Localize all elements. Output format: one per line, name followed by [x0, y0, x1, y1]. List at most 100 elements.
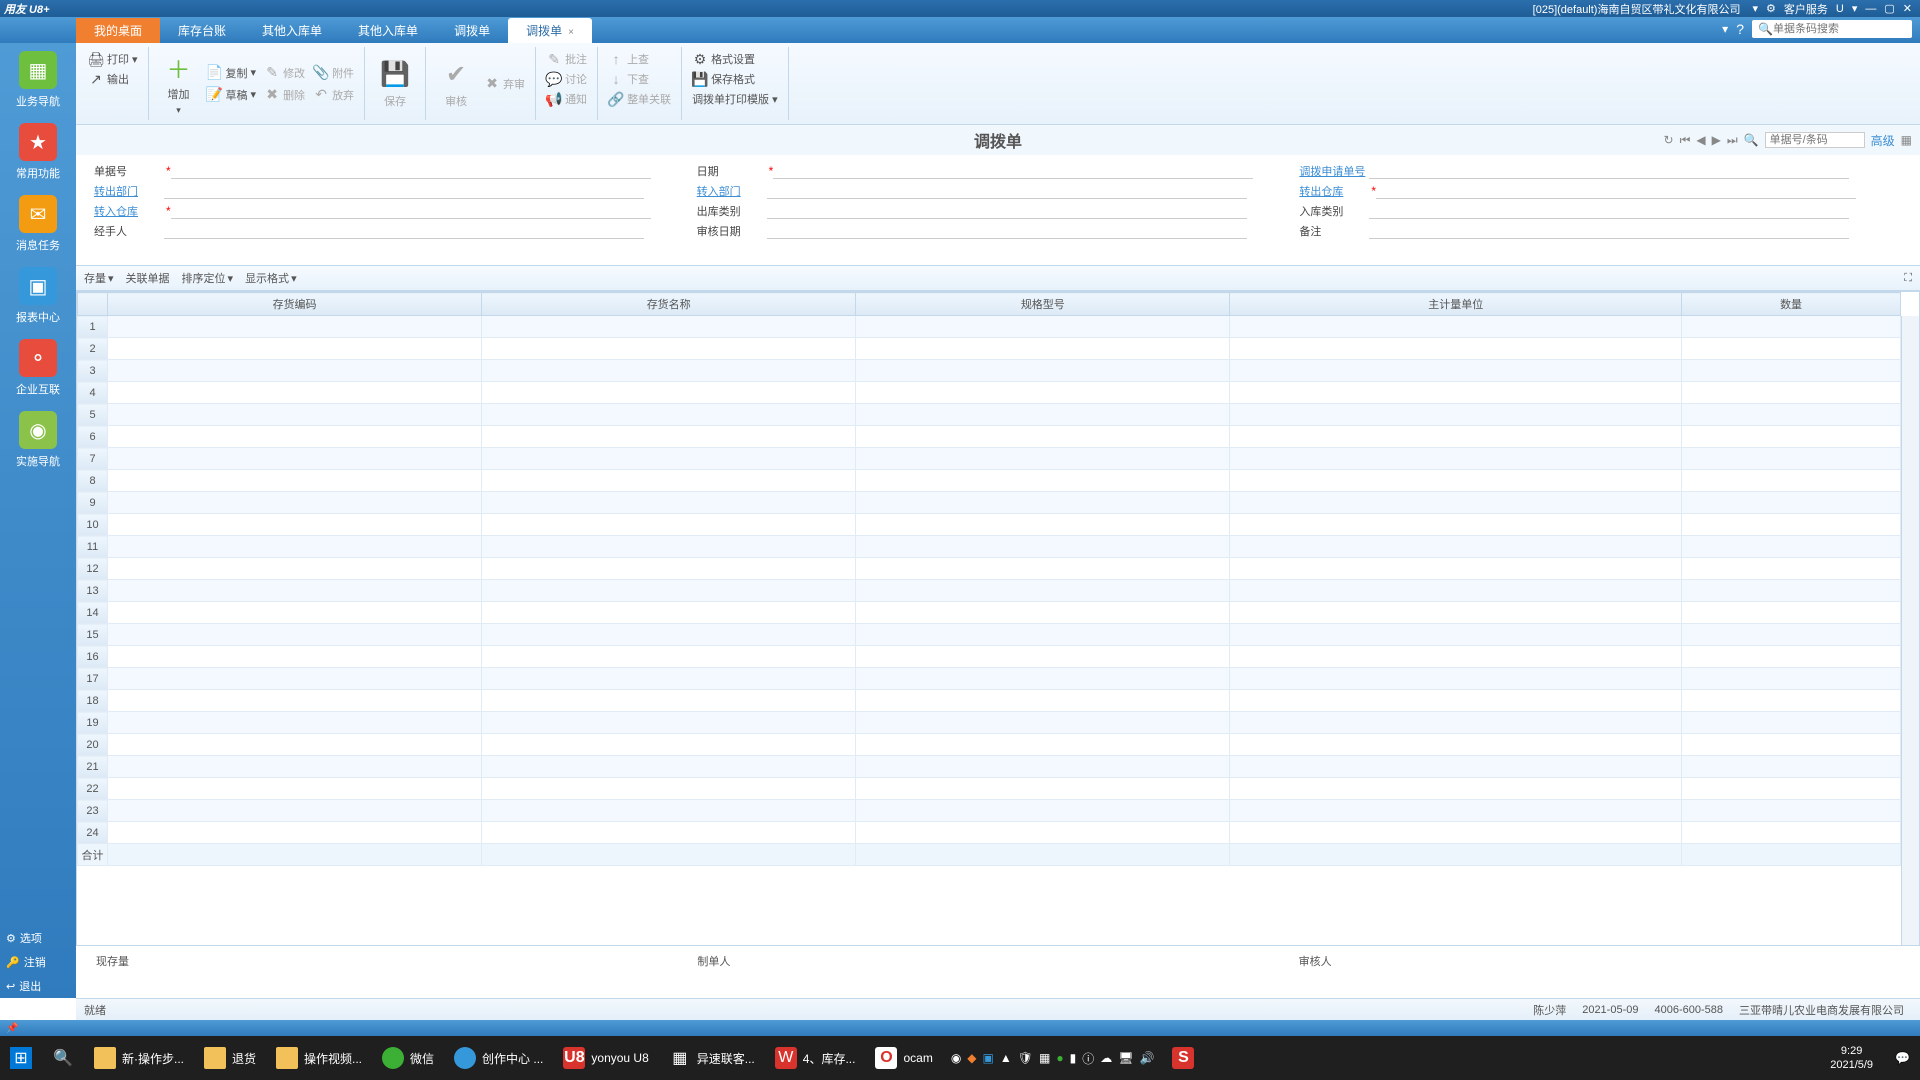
taskbar-app-4[interactable]: 创作中心 ... [444, 1036, 553, 1080]
tab-0[interactable]: 我的桌面 [76, 18, 160, 43]
save-button[interactable]: 💾保存 [371, 49, 419, 119]
grid-cell[interactable] [856, 360, 1230, 382]
grid-cell[interactable] [482, 492, 856, 514]
grid-cell[interactable] [856, 778, 1230, 800]
grid-cell[interactable] [1230, 404, 1682, 426]
grid-cell[interactable] [1682, 580, 1901, 602]
layout-icon[interactable]: ▦ [1901, 133, 1912, 147]
tray-icon[interactable]: ▮ [1070, 1051, 1077, 1065]
leftnav-item-2[interactable]: ✉消息任务 [0, 187, 76, 259]
table-row[interactable]: 23 [78, 800, 1901, 822]
add-button[interactable]: ＋增加▾ [155, 49, 203, 119]
maximize-button[interactable]: ▢ [1884, 2, 1894, 15]
grid-cell[interactable] [482, 822, 856, 844]
wholerel-button[interactable]: 🔗整单关联 [604, 89, 675, 109]
table-row[interactable]: 24 [78, 822, 1901, 844]
grid-cell[interactable] [1230, 338, 1682, 360]
grid-cell[interactable] [1682, 514, 1901, 536]
grid-cell[interactable] [1230, 602, 1682, 624]
grid-cell[interactable] [1682, 382, 1901, 404]
grid-cell[interactable] [482, 338, 856, 360]
taskbar-app-5[interactable]: U8yonyou U8 [553, 1036, 658, 1080]
grid-cell[interactable] [1682, 448, 1901, 470]
grid-cell[interactable] [482, 316, 856, 338]
grid-cell[interactable] [856, 404, 1230, 426]
grid-cell[interactable] [482, 514, 856, 536]
grid-cell[interactable] [108, 536, 482, 558]
grid-cell[interactable] [1682, 734, 1901, 756]
table-row[interactable]: 9 [78, 492, 1901, 514]
grid-cell[interactable] [1230, 734, 1682, 756]
u-menu[interactable]: U [1836, 3, 1844, 15]
tabs-dropdown-icon[interactable]: ▾ [1722, 22, 1728, 36]
grid-cell[interactable] [108, 822, 482, 844]
output-button[interactable]: ↗输出 [84, 69, 142, 89]
grid-cell[interactable] [482, 778, 856, 800]
grid-cell[interactable] [1682, 602, 1901, 624]
grid-cell[interactable] [856, 470, 1230, 492]
grid-cell[interactable] [1230, 536, 1682, 558]
grid-cell[interactable] [1230, 492, 1682, 514]
grid-cell[interactable] [856, 602, 1230, 624]
grid-cell[interactable] [108, 800, 482, 822]
leftnav-item-5[interactable]: ◉实施导航 [0, 403, 76, 475]
table-row[interactable]: 22 [78, 778, 1901, 800]
audit-button[interactable]: ✔审核 [432, 49, 480, 119]
grid-cell[interactable] [1682, 800, 1901, 822]
grid-cell[interactable] [108, 448, 482, 470]
table-row[interactable]: 18 [78, 690, 1901, 712]
grid-cell[interactable] [1230, 646, 1682, 668]
grid-cell[interactable] [1682, 338, 1901, 360]
grid-col-3[interactable]: 主计量单位 [1230, 293, 1682, 316]
grid-cell[interactable] [1682, 756, 1901, 778]
grid-cell[interactable] [1230, 712, 1682, 734]
grid-cell[interactable] [1230, 624, 1682, 646]
grid-cell[interactable] [1230, 514, 1682, 536]
grid-cell[interactable] [856, 734, 1230, 756]
search-button[interactable]: 🔍 [42, 1036, 84, 1080]
leftnav-item-3[interactable]: ▣报表中心 [0, 259, 76, 331]
grid-cell[interactable] [1230, 756, 1682, 778]
print-button[interactable]: 🖨打印 ▾ [84, 49, 142, 69]
note-button[interactable]: ✎批注 [542, 49, 591, 69]
grid-cell[interactable] [482, 426, 856, 448]
table-row[interactable]: 10 [78, 514, 1901, 536]
grid-cell[interactable] [1230, 316, 1682, 338]
lookdown-button[interactable]: ↓下查 [604, 69, 675, 89]
search-icon[interactable]: 🔍 [1744, 133, 1759, 147]
table-row[interactable]: 20 [78, 734, 1901, 756]
grid-cell[interactable] [856, 690, 1230, 712]
grid-cell[interactable] [482, 646, 856, 668]
grid-cell[interactable] [1230, 448, 1682, 470]
grid-col-0[interactable]: 存货编码 [108, 293, 482, 316]
grid-cell[interactable] [482, 404, 856, 426]
leftnav-item-0[interactable]: ▦业务导航 [0, 43, 76, 115]
grid-cell[interactable] [108, 514, 482, 536]
grid-cell[interactable] [482, 580, 856, 602]
taskbar-app-3[interactable]: 微信 [372, 1036, 444, 1080]
grid-cell[interactable] [108, 470, 482, 492]
refresh-icon[interactable]: ↻ [1664, 133, 1674, 147]
global-search-input[interactable] [1773, 23, 1903, 35]
grid-cell[interactable] [1230, 668, 1682, 690]
global-search[interactable]: 🔍 [1752, 20, 1912, 38]
leftnav-bottom-1[interactable]: 🔑注销 [0, 950, 76, 974]
grid-cell[interactable] [1230, 470, 1682, 492]
grid-cell[interactable] [108, 690, 482, 712]
grid-cell[interactable] [856, 580, 1230, 602]
taskbar-app-7[interactable]: W4、库存... [765, 1036, 866, 1080]
grid-cell[interactable] [108, 558, 482, 580]
taskbar-app-6[interactable]: ▦异速联客... [659, 1036, 765, 1080]
grid-cell[interactable] [482, 800, 856, 822]
grid-cell[interactable] [1682, 646, 1901, 668]
table-row[interactable]: 19 [78, 712, 1901, 734]
table-row[interactable]: 13 [78, 580, 1901, 602]
start-button[interactable]: ⊞ [0, 1036, 42, 1080]
grid-cell[interactable] [1230, 382, 1682, 404]
input-docno[interactable] [171, 164, 651, 179]
grid-cell[interactable] [1230, 426, 1682, 448]
tab-4[interactable]: 调拨单 [436, 18, 508, 43]
u-menu-dropdown[interactable]: ▾ [1852, 2, 1858, 15]
tray-volume-icon[interactable]: 🔊 [1139, 1051, 1154, 1065]
close-button[interactable]: ✕ [1903, 2, 1912, 15]
